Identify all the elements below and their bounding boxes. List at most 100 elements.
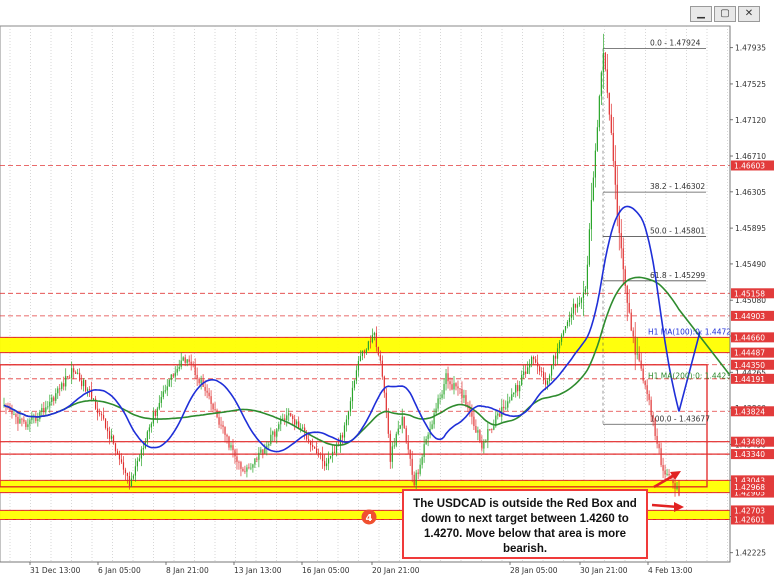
candle-body bbox=[529, 363, 531, 368]
candle-body bbox=[176, 368, 178, 373]
candle-body bbox=[539, 366, 541, 372]
candle-body bbox=[664, 470, 666, 475]
candle-body bbox=[634, 336, 636, 355]
candle-body bbox=[548, 375, 551, 381]
candle-body bbox=[51, 397, 53, 402]
candle-body bbox=[238, 461, 240, 463]
candle-body bbox=[389, 433, 391, 462]
candle-body bbox=[150, 423, 152, 428]
candle-body bbox=[523, 371, 525, 376]
price-level-tag-label: 1.42601 bbox=[734, 515, 765, 524]
candle-body bbox=[630, 312, 632, 331]
candle-body bbox=[485, 440, 487, 442]
candle-body bbox=[610, 114, 612, 133]
restore-icon[interactable]: ▢ bbox=[714, 6, 736, 22]
candle-body bbox=[244, 470, 246, 472]
candle-body bbox=[461, 389, 463, 398]
candle-body bbox=[628, 302, 630, 313]
candle-body bbox=[554, 355, 557, 359]
price-level-tag-label: 1.44903 bbox=[734, 312, 765, 321]
candle-body bbox=[411, 458, 413, 475]
candle-body bbox=[399, 425, 401, 429]
candle-body bbox=[596, 127, 598, 151]
candle-body bbox=[85, 379, 87, 391]
candle-body bbox=[312, 445, 314, 447]
candle-body bbox=[104, 418, 107, 428]
close-icon[interactable]: ✕ bbox=[738, 6, 760, 22]
candle-body bbox=[626, 285, 628, 303]
price-level-tag-label: 1.44350 bbox=[734, 361, 765, 370]
minimize-icon[interactable]: ▁ bbox=[690, 6, 712, 22]
candle-body bbox=[666, 474, 668, 475]
candle-body bbox=[598, 96, 600, 128]
candle-body bbox=[174, 372, 176, 377]
candle-body bbox=[501, 406, 503, 417]
candle-body bbox=[497, 413, 499, 416]
candle-body bbox=[329, 455, 332, 459]
candle-body bbox=[437, 398, 439, 409]
candle-body bbox=[29, 420, 31, 425]
candle-body bbox=[521, 375, 523, 386]
candle-body bbox=[130, 478, 133, 487]
candle-body bbox=[558, 341, 561, 349]
candle-body bbox=[367, 341, 369, 350]
candle-body bbox=[110, 435, 113, 439]
candle-body bbox=[89, 389, 91, 391]
candle-body bbox=[656, 435, 658, 444]
candle-body bbox=[493, 426, 495, 430]
candle-body bbox=[333, 451, 336, 453]
candle-body bbox=[152, 412, 154, 424]
candle-body bbox=[206, 390, 208, 393]
candle-body bbox=[284, 418, 286, 421]
candle-body bbox=[327, 458, 330, 464]
candle-body bbox=[278, 424, 280, 430]
candle-body bbox=[580, 298, 583, 303]
candle-body bbox=[81, 380, 83, 387]
candle-body bbox=[622, 248, 624, 270]
candle-body bbox=[393, 445, 395, 447]
candle-body bbox=[564, 326, 567, 331]
candle-body bbox=[479, 430, 481, 441]
candle-body bbox=[310, 440, 312, 446]
candle-body bbox=[204, 386, 206, 391]
candle-body bbox=[600, 72, 602, 97]
candle-body bbox=[112, 435, 115, 444]
candle-body bbox=[499, 413, 501, 417]
candle-body bbox=[323, 461, 326, 467]
candle-body bbox=[220, 424, 222, 426]
candle-body bbox=[481, 440, 483, 449]
candle-body bbox=[132, 475, 135, 479]
candle-body bbox=[226, 434, 228, 437]
candle-body bbox=[142, 447, 144, 450]
candle-body bbox=[156, 408, 158, 416]
candle-body bbox=[405, 428, 407, 443]
time-tick-label: 8 Jan 21:00 bbox=[166, 566, 209, 575]
candle-body bbox=[124, 469, 127, 473]
candle-body bbox=[114, 443, 117, 452]
candle-body bbox=[49, 401, 51, 407]
candle-body bbox=[53, 397, 55, 401]
price-chart[interactable]: 0.0 - 1.47924 38.2 - 1.46302 50.0 - 1.4580… bbox=[0, 0, 775, 581]
candle-body bbox=[351, 387, 354, 402]
fib-level-label: 61.8 - 1.45299 bbox=[650, 271, 705, 280]
candle-body bbox=[606, 69, 608, 93]
current-price-label: 1.42968 bbox=[734, 483, 765, 492]
candle-body bbox=[451, 384, 453, 390]
candle-body bbox=[556, 348, 559, 359]
candle-body bbox=[214, 409, 216, 411]
candle-body bbox=[407, 442, 409, 450]
candle-body bbox=[200, 379, 202, 384]
candle-body bbox=[321, 454, 324, 462]
candle-body bbox=[232, 445, 234, 451]
candle-body bbox=[459, 388, 461, 390]
candle-body bbox=[170, 374, 172, 381]
candle-body bbox=[166, 386, 168, 391]
price-tick-label: 1.46710 bbox=[735, 152, 766, 161]
candle-body bbox=[646, 385, 648, 394]
window-controls: ▁ ▢ ✕ bbox=[690, 6, 760, 22]
candle-body bbox=[365, 349, 367, 354]
candle-body bbox=[652, 415, 654, 419]
candle-body bbox=[96, 408, 99, 414]
candle-body bbox=[590, 200, 592, 230]
candle-body bbox=[560, 335, 563, 342]
